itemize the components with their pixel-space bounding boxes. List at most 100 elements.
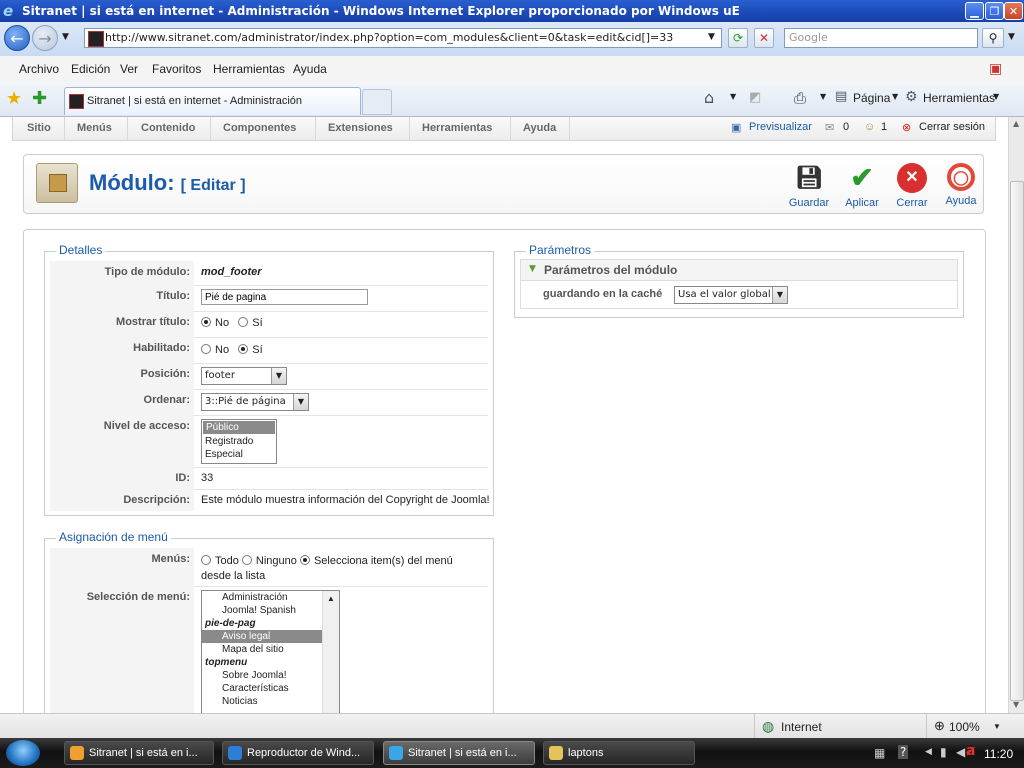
title-input[interactable] [201, 289, 368, 305]
menu-ayuda[interactable]: Ayuda [293, 62, 327, 76]
new-tab-button[interactable] [362, 89, 392, 115]
page-scrollbar[interactable]: ▲ ▼ [1008, 117, 1024, 713]
taskbar-item-browser-2[interactable]: Sitranet | si está en i... [383, 741, 535, 765]
antivirus-icon[interactable]: ⱥ [966, 743, 975, 759]
users-count[interactable]: 1 [881, 121, 887, 133]
menu-selection-label: Selección de menú: [86, 591, 190, 603]
admin-menu-contenido[interactable]: Contenido [141, 122, 195, 134]
show-title-no-radio[interactable] [201, 317, 211, 327]
tools-menu[interactable]: Herramientas [923, 91, 995, 105]
show-title-yes-radio[interactable] [238, 317, 249, 327]
tab-sitranet-admin[interactable]: Sitranet | si está en internet - Adminis… [64, 87, 361, 115]
minimize-button[interactable]: ▁ [965, 2, 984, 20]
menu-archivo[interactable]: Archivo [19, 62, 59, 76]
scroll-down-icon[interactable]: ▼ [1013, 700, 1019, 709]
ie-icon: e [3, 2, 14, 20]
menu-favoritos[interactable]: Favoritos [152, 62, 201, 76]
menu-edicion[interactable]: Edición [71, 62, 110, 76]
search-input[interactable]: Google [784, 28, 978, 48]
close-window-button[interactable]: ✕ [1004, 2, 1023, 20]
tools-dropdown-icon[interactable]: ▼ [993, 92, 999, 101]
clock[interactable]: 11:20 [984, 747, 1013, 761]
scroll-up-icon[interactable]: ▲ [327, 592, 335, 605]
zoom-dropdown-icon[interactable]: ▼ [993, 722, 1001, 731]
search-button[interactable]: ⚲ [982, 28, 1004, 48]
forward-button[interactable]: → [32, 25, 58, 51]
refresh-button[interactable]: ⟳ [728, 28, 748, 48]
logout-link[interactable]: Cerrar sesión [919, 121, 985, 133]
page-dropdown-icon[interactable]: ▼ [892, 92, 898, 101]
messages-count[interactable]: 0 [843, 121, 849, 133]
admin-menu-ayuda[interactable]: Ayuda [523, 122, 556, 134]
menu-ver[interactable]: Ver [120, 62, 138, 76]
menu-option[interactable]: Características [202, 682, 336, 695]
feeds-icon[interactable]: ◩ [749, 90, 761, 105]
admin-menu-menus[interactable]: Menús [77, 122, 112, 134]
stop-button[interactable]: ✕ [754, 28, 774, 48]
list-scrollbar[interactable]: ▲ [322, 591, 339, 713]
apply-button[interactable]: ✔ Aplicar [837, 163, 887, 211]
menu-option[interactable]: Noticias [202, 695, 336, 708]
add-favorites-icon[interactable]: ✚ [32, 88, 47, 109]
menu-option[interactable]: Mapa del sitio [202, 643, 336, 656]
menu-herramientas[interactable]: Herramientas [213, 62, 285, 76]
help-tray-icon[interactable]: ? [898, 745, 909, 759]
print-icon[interactable]: ⎙ [794, 89, 806, 107]
access-option-publico[interactable]: Público [203, 421, 275, 434]
cache-select[interactable]: Usa el valor global ▼ [674, 286, 788, 304]
enabled-yes-radio[interactable] [238, 344, 249, 354]
admin-menu-herramientas[interactable]: Herramientas [422, 122, 492, 134]
toolbar-options-icon[interactable]: ▣ [989, 60, 1002, 77]
order-select[interactable]: 3::Pié de página ▼ [201, 393, 309, 411]
back-button[interactable]: ← [4, 25, 30, 51]
scroll-up-icon[interactable]: ▲ [1013, 119, 1019, 128]
admin-menu-sitio[interactable]: Sitio [27, 122, 51, 134]
preview-link[interactable]: Previsualizar [749, 121, 812, 133]
menu-selection-list[interactable]: Administración Joomla! Spanish pie-de-pag A… [201, 590, 340, 713]
admin-menu-componentes[interactable]: Componentes [223, 122, 296, 134]
access-option-registrado[interactable]: Registrado [202, 435, 276, 448]
close-label: Cerrar [896, 197, 928, 209]
maximize-button[interactable]: ❐ [985, 2, 1004, 20]
menu-option[interactable]: Administración [202, 591, 336, 604]
admin-menu-extensiones[interactable]: Extensiones [328, 122, 393, 134]
scrollbar-thumb[interactable] [1010, 181, 1024, 701]
save-button[interactable]: 💾︎ Guardar [784, 163, 834, 211]
history-dropdown-icon[interactable]: ▼ [62, 32, 69, 42]
zoom-level[interactable]: 100% [949, 720, 980, 734]
menus-select-radio[interactable] [299, 555, 310, 565]
favorites-star-icon[interactable]: ★ [6, 88, 22, 109]
address-dropdown-icon[interactable]: ▼ [708, 32, 715, 42]
taskbar-item-folder[interactable]: laptons [543, 741, 695, 765]
address-toolbar: ← → ▼ http://www.sitranet.com/administra… [0, 22, 1024, 56]
menu-option[interactable]: Sobre Joomla! [202, 669, 336, 682]
home-icon[interactable]: ⌂ [704, 88, 714, 107]
close-button[interactable]: ✕ Cerrar [887, 163, 937, 211]
taskbar-item-media-player[interactable]: Reproductor de Wind... [222, 741, 374, 765]
address-input[interactable]: http://www.sitranet.com/administrator/in… [84, 28, 722, 48]
menu-option[interactable]: Aviso legal [202, 630, 336, 643]
menus-all-radio[interactable] [201, 555, 211, 565]
search-options-icon[interactable]: ▼ [1008, 32, 1015, 42]
network-icon[interactable]: ▮ [940, 745, 947, 759]
page-viewport: Sitio Menús Contenido Componentes Extens… [0, 117, 1008, 713]
volume-icon[interactable]: ◀ [956, 745, 965, 759]
keyboard-icon[interactable]: ▦ [874, 746, 885, 760]
enabled-no-radio[interactable] [201, 344, 211, 354]
home-dropdown-icon[interactable]: ▼ [730, 92, 736, 101]
taskbar-item-browser-1[interactable]: Sitranet | si está en i... [64, 741, 214, 765]
access-option-especial[interactable]: Especial [202, 448, 276, 461]
help-button[interactable]: ◯ Ayuda [936, 163, 986, 211]
access-level-list[interactable]: Público Registrado Especial [201, 419, 277, 464]
start-button[interactable] [6, 740, 40, 766]
print-dropdown-icon[interactable]: ▼ [820, 92, 826, 101]
position-select[interactable]: footer ▼ [201, 367, 287, 385]
page-menu[interactable]: Página [853, 91, 890, 105]
module-parameters-title: Parámetros del módulo [544, 263, 678, 277]
tray-expand-icon[interactable]: ◀ [925, 747, 932, 757]
menu-option[interactable]: Joomla! Spanish [202, 604, 336, 617]
window-title-bar[interactable]: e Sitranet | si está en internet - Admin… [0, 0, 1024, 22]
module-parameters-header[interactable]: ▼ Parámetros del módulo [520, 259, 958, 281]
menus-none-radio[interactable] [241, 555, 252, 565]
security-zone[interactable]: Internet [781, 720, 822, 734]
